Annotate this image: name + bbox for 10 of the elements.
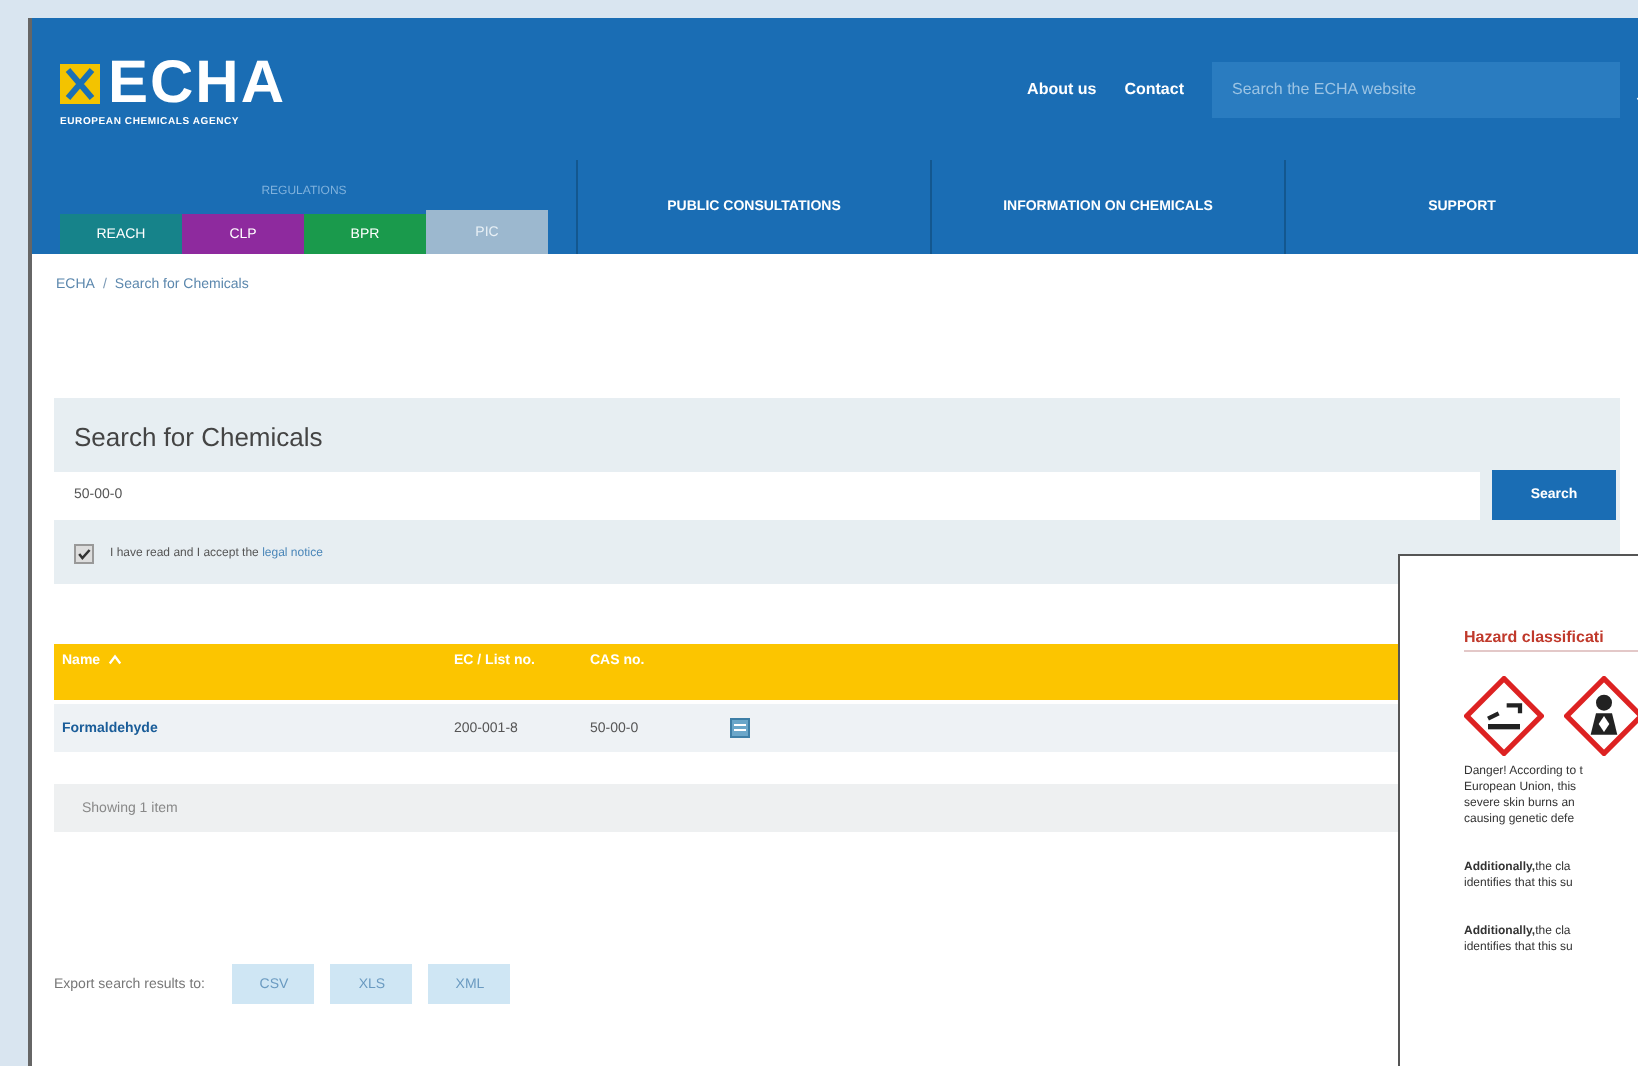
infocard-icon[interactable]: [730, 718, 750, 738]
logo-icon: [60, 63, 100, 103]
site-search-field[interactable]: Search the ECHA website: [1212, 61, 1620, 117]
header-link[interactable]: About us: [1027, 80, 1097, 98]
infocard-title: Hazard classificati: [1464, 628, 1638, 652]
panel-title: Search for Chemicals: [72, 422, 325, 452]
corrosion-pictogram-icon: [1464, 676, 1544, 756]
logo-text: ECHA: [108, 51, 287, 115]
header-link[interactable]: Contact: [1124, 80, 1184, 98]
checkbox[interactable]: [74, 544, 94, 564]
